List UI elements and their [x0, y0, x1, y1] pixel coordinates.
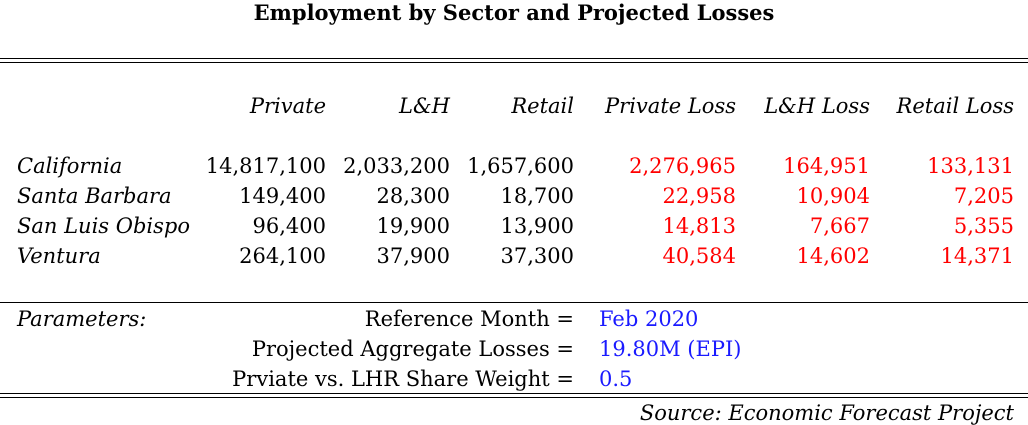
parameter-key-reference-month: Reference Month =	[364, 307, 574, 331]
row-label-ventura: Ventura	[17, 244, 101, 268]
table-cell: 18,700	[500, 184, 574, 208]
header-lh-loss: L&H Loss	[764, 94, 870, 118]
loss-cell: 7,205	[953, 184, 1014, 208]
parameter-key-share-weight: Prviate vs. LHR Share Weight =	[232, 367, 574, 391]
table-cell: 149,400	[239, 184, 326, 208]
loss-cell: 10,904	[796, 184, 870, 208]
table-cell: 28,300	[376, 184, 450, 208]
header-private: Private	[249, 94, 326, 118]
parameter-value-reference-month: Feb 2020	[599, 307, 699, 331]
row-label-california: California	[17, 154, 123, 178]
table-cell: 13,900	[500, 214, 574, 238]
parameters-rule	[0, 302, 1028, 303]
top-rule-2	[0, 62, 1028, 63]
table-cell: 1,657,600	[467, 154, 574, 178]
table-cell: 2,033,200	[343, 154, 450, 178]
header-retail: Retail	[511, 94, 574, 118]
loss-cell: 14,602	[796, 244, 870, 268]
bottom-rule-1	[0, 393, 1028, 394]
parameters-label: Parameters:	[17, 307, 147, 331]
header-private-loss: Private Loss	[605, 94, 736, 118]
bottom-rule-2	[0, 397, 1028, 398]
row-label-san-luis-obispo: San Luis Obispo	[17, 214, 190, 238]
header-retail-loss: Retail Loss	[896, 94, 1014, 118]
table-cell: 19,900	[376, 214, 450, 238]
loss-cell: 22,958	[662, 184, 736, 208]
loss-cell: 14,371	[940, 244, 1014, 268]
loss-cell: 2,276,965	[629, 154, 736, 178]
parameter-value-share-weight: 0.5	[599, 367, 633, 391]
top-rule-1	[0, 58, 1028, 59]
loss-cell: 40,584	[662, 244, 736, 268]
row-label-santa-barbara: Santa Barbara	[17, 184, 172, 208]
table-cell: 14,817,100	[205, 154, 326, 178]
table-cell: 37,300	[500, 244, 574, 268]
loss-cell: 5,355	[953, 214, 1014, 238]
table-title: Employment by Sector and Projected Losse…	[253, 0, 775, 25]
table-cell: 96,400	[252, 214, 326, 238]
header-lh: L&H	[399, 94, 450, 118]
parameter-value-aggregate-losses: 19.80M (EPI)	[599, 337, 742, 361]
table-cell: 264,100	[239, 244, 326, 268]
parameter-key-aggregate-losses: Projected Aggregate Losses =	[251, 337, 574, 361]
loss-cell: 133,131	[927, 154, 1014, 178]
table-cell: 37,900	[376, 244, 450, 268]
source-note: Source: Economic Forecast Project	[639, 401, 1014, 425]
loss-cell: 164,951	[783, 154, 870, 178]
loss-cell: 7,667	[809, 214, 870, 238]
loss-cell: 14,813	[662, 214, 736, 238]
